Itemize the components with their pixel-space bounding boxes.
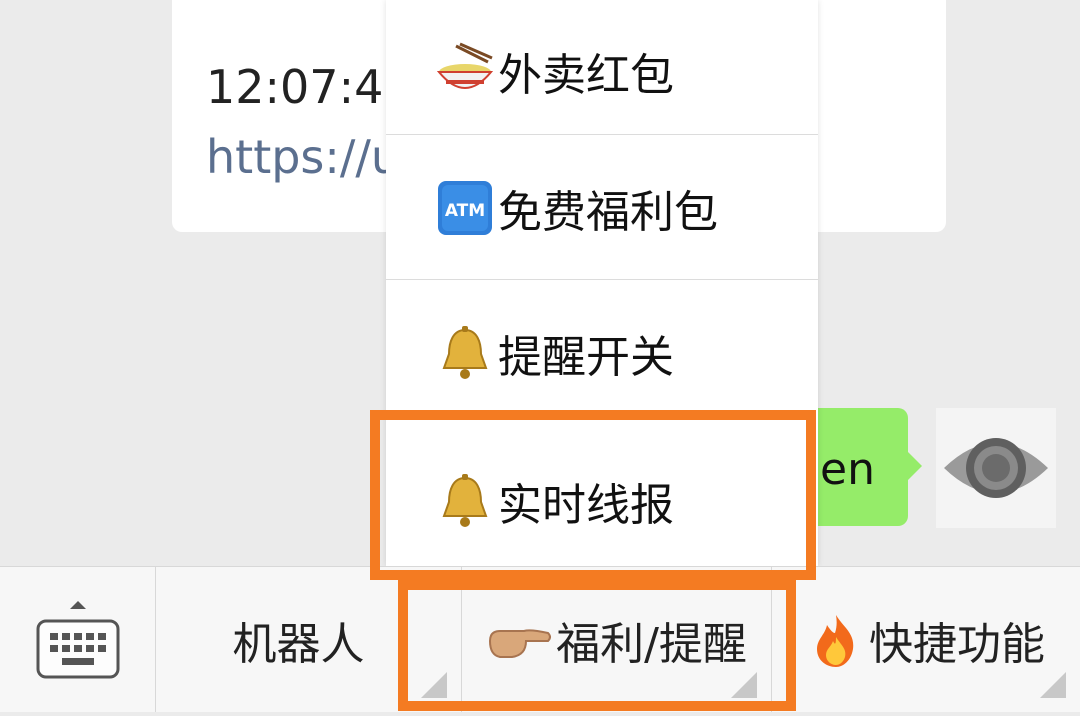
avatar[interactable] — [936, 408, 1056, 528]
tab-label: 快捷功能 — [869, 618, 1045, 670]
tab-quick-functions[interactable]: 快捷功能 — [772, 567, 1080, 712]
tab-robot[interactable]: 机器人 — [156, 567, 462, 712]
menu-divider — [386, 279, 818, 280]
menu-item-free-welfare[interactable]: ATM 免费福利包 — [386, 137, 818, 279]
menu-item-realtime-alerts[interactable]: 实时线报 — [386, 430, 818, 572]
eye-avatar-icon — [944, 438, 1048, 498]
menu-item-label: 免费福利包 — [498, 187, 718, 238]
submenu-indicator-icon — [731, 672, 757, 698]
bell-icon — [436, 324, 494, 382]
submenu-indicator-icon — [421, 672, 447, 698]
bell-icon — [436, 472, 494, 530]
menu-item-takeout-coupon[interactable]: 外卖红包 — [386, 0, 818, 142]
tab-label: 福利/提醒 — [556, 618, 747, 670]
message-timestamp: 12:07:47 — [206, 60, 413, 114]
menu-item-label: 实时线报 — [498, 480, 674, 531]
keyboard-toggle-button[interactable] — [0, 567, 156, 712]
submenu-indicator-icon — [1040, 672, 1066, 698]
outgoing-message-text: en — [820, 444, 875, 495]
svg-text:ATM: ATM — [445, 201, 485, 221]
tab-welfare-reminder[interactable]: 福利/提醒 — [462, 567, 772, 712]
menu-item-label: 外卖红包 — [498, 50, 674, 101]
atm-icon: ATM — [436, 179, 494, 237]
keyboard-icon — [36, 601, 120, 679]
tab-label: 机器人 — [232, 618, 365, 670]
menu-divider — [386, 134, 818, 135]
menu-item-label: 提醒开关 — [498, 332, 674, 383]
pointing-hand-icon — [486, 611, 552, 669]
message-link[interactable]: https://u — [206, 130, 400, 184]
noodle-bowl-icon — [436, 42, 494, 100]
bottom-menu-bar: 机器人 福利/提醒 快捷功能 — [0, 566, 1080, 712]
fire-icon — [807, 611, 865, 669]
menu-item-reminder-toggle[interactable]: 提醒开关 — [386, 282, 818, 424]
popup-menu: 外卖红包 ATM 免费福利包 提醒开关 实时线报 — [386, 0, 818, 566]
